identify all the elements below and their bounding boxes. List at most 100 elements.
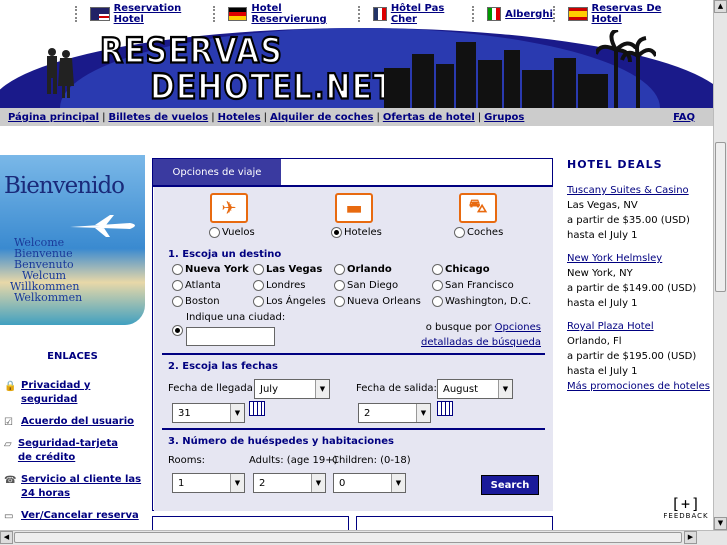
scroll-up-icon[interactable]: ▲ xyxy=(714,0,727,13)
arrival-calendar-icon[interactable] xyxy=(249,401,265,416)
bed-icon[interactable]: ▬ xyxy=(335,193,373,223)
car-icon[interactable]: ⛍ xyxy=(459,193,497,223)
departure-day-select[interactable]: 2 ▼ xyxy=(358,403,431,423)
lang-link-spain[interactable]: Reservas De Hotel xyxy=(552,3,694,25)
lang-label[interactable]: Reservas De Hotel xyxy=(592,3,694,25)
city-san-francisco[interactable]: San Francisco xyxy=(432,280,514,291)
radio[interactable] xyxy=(172,264,183,275)
rooms-select[interactable]: 1 ▼ xyxy=(172,473,245,493)
radio[interactable] xyxy=(253,264,264,275)
city-new-orleans[interactable]: Nueva Orleans xyxy=(334,296,421,307)
adults-select[interactable]: 2 ▼ xyxy=(253,473,326,493)
link-privacy[interactable]: 🔒 Privacidad y seguridad xyxy=(4,379,145,407)
lang-link-germany[interactable]: Hotel Reservierung xyxy=(212,3,358,25)
link-label[interactable]: Seguridad-tarjeta de crédito xyxy=(18,437,134,465)
deal-name-link[interactable]: Royal Plaza Hotel xyxy=(567,321,654,332)
search-button[interactable]: Search xyxy=(481,475,539,495)
city-orlando[interactable]: Orlando xyxy=(334,264,392,275)
radio[interactable] xyxy=(253,296,264,307)
city-label: San Francisco xyxy=(445,280,514,291)
select-value: 0 xyxy=(339,477,346,489)
other-city-input[interactable] xyxy=(186,327,275,346)
departure-calendar-icon[interactable] xyxy=(437,401,453,416)
deal-name-link[interactable]: New York Helmsley xyxy=(567,253,662,264)
radio[interactable] xyxy=(172,280,183,291)
tab-travel-options[interactable]: Opciones de viaje xyxy=(153,159,281,185)
radio[interactable] xyxy=(334,296,345,307)
nav-groups[interactable]: Grupos xyxy=(484,112,524,123)
link-label[interactable]: Acuerdo del usuario xyxy=(21,415,134,429)
link-customer-service[interactable]: ☎ Servicio al cliente las 24 horas xyxy=(4,473,144,501)
link-label[interactable]: Privacidad y seguridad xyxy=(21,379,145,407)
nav-faq[interactable]: FAQ xyxy=(673,112,695,123)
radio[interactable] xyxy=(432,296,443,307)
lang-link-usa[interactable]: Reservation Hotel xyxy=(75,3,213,25)
vertical-scrollbar[interactable]: ▲ ▼ xyxy=(713,0,727,530)
scroll-thumb[interactable] xyxy=(715,142,726,292)
nav-home[interactable]: Página principal xyxy=(8,112,99,123)
deal-until: hasta el July 1 xyxy=(567,366,638,377)
scroll-down-icon[interactable]: ▼ xyxy=(714,517,727,530)
children-select[interactable]: 0 ▼ xyxy=(333,473,406,493)
radio[interactable] xyxy=(172,296,183,307)
select-value: 2 xyxy=(259,477,266,489)
scroll-thumb[interactable] xyxy=(14,532,682,543)
departure-month-select[interactable]: August ▼ xyxy=(437,379,513,399)
link-view-cancel[interactable]: ▭ Ver/Cancelar reserva xyxy=(4,509,145,523)
city-washington[interactable]: Washington, D.C. xyxy=(432,296,531,307)
radio[interactable] xyxy=(253,280,264,291)
city-label: Nueva Orleans xyxy=(347,296,421,307)
more-promotions-link[interactable]: Más promociones de hoteles xyxy=(567,381,710,392)
nav-hotel-offers[interactable]: Ofertas de hotel xyxy=(383,112,475,123)
type-hotels[interactable]: Hoteles xyxy=(331,227,382,238)
header-banner: RESERVAS DEHOTEL.NET xyxy=(0,28,713,108)
city-atlanta[interactable]: Atlanta xyxy=(172,280,221,291)
lang-link-france[interactable]: Hôtel Pas Cher xyxy=(358,3,472,25)
arrival-month-select[interactable]: July ▼ xyxy=(254,379,330,399)
radio[interactable] xyxy=(432,280,443,291)
city-london[interactable]: Londres xyxy=(253,280,305,291)
horizontal-scrollbar[interactable]: ◀ ▶ xyxy=(0,530,727,545)
lower-box xyxy=(356,516,553,531)
logo-line-1[interactable]: RESERVAS xyxy=(99,30,283,73)
usa-flag-icon xyxy=(89,7,110,21)
link-card-security[interactable]: ▱ Seguridad-tarjeta de crédito xyxy=(4,437,134,465)
plane-icon[interactable]: ✈ xyxy=(210,193,248,223)
radio[interactable] xyxy=(432,264,443,275)
scroll-left-icon[interactable]: ◀ xyxy=(0,531,13,544)
radio[interactable] xyxy=(454,227,465,238)
feedback-button[interactable]: [+] FEEDBACK xyxy=(663,496,709,520)
deal-name-link[interactable]: Tuscany Suites & Casino xyxy=(567,185,689,196)
arrival-day-select[interactable]: 31 ▼ xyxy=(172,403,245,423)
other-city-radio[interactable] xyxy=(172,325,183,336)
lang-label[interactable]: Reservation Hotel xyxy=(114,3,213,25)
radio[interactable] xyxy=(334,280,345,291)
link-label[interactable]: Servicio al cliente las 24 horas xyxy=(21,473,144,501)
chevron-down-icon: ▼ xyxy=(498,380,512,398)
nav-flights[interactable]: Billetes de vuelos xyxy=(108,112,208,123)
logo-line-2[interactable]: DEHOTEL.NET xyxy=(149,66,395,108)
lang-label[interactable]: Hôtel Pas Cher xyxy=(391,3,472,25)
city-new-york[interactable]: Nueva York xyxy=(172,264,249,275)
city-chicago[interactable]: Chicago xyxy=(432,264,490,275)
radio[interactable] xyxy=(334,264,345,275)
radio[interactable] xyxy=(331,227,342,238)
deal-city: Orlando, Fl xyxy=(567,336,622,347)
city-las-vegas[interactable]: Las Vegas xyxy=(253,264,322,275)
link-user-agreement[interactable]: ☑ Acuerdo del usuario xyxy=(4,415,145,429)
type-cars[interactable]: Coches xyxy=(454,227,503,238)
lang-label[interactable]: Alberghi xyxy=(505,9,553,20)
scroll-right-icon[interactable]: ▶ xyxy=(684,531,697,544)
radio[interactable] xyxy=(209,227,220,238)
nav-separator: | xyxy=(102,111,106,123)
nav-hotels[interactable]: Hoteles xyxy=(218,112,261,123)
city-los-angeles[interactable]: Los Ángeles xyxy=(253,296,326,307)
lang-link-italy[interactable]: Alberghi xyxy=(472,6,553,22)
nav-car-rental[interactable]: Alquiler de coches xyxy=(270,112,374,123)
lock-icon: 🔒 xyxy=(4,381,17,392)
lang-label[interactable]: Hotel Reservierung xyxy=(251,3,358,25)
type-flights[interactable]: Vuelos xyxy=(209,227,255,238)
city-san-diego[interactable]: San Diego xyxy=(334,280,398,291)
link-label[interactable]: Ver/Cancelar reserva xyxy=(21,509,139,523)
city-boston[interactable]: Boston xyxy=(172,296,220,307)
